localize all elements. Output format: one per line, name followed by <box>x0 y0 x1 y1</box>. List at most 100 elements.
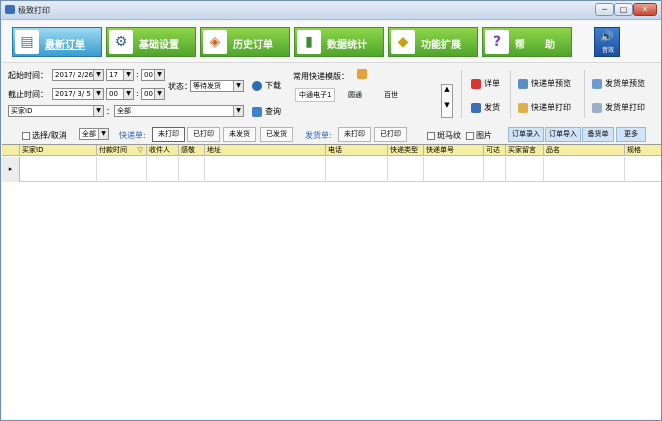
monitor-icon: ▤ <box>15 30 39 54</box>
image-checkbox[interactable] <box>466 131 474 140</box>
column-header-product-name[interactable]: 品名 <box>544 145 625 156</box>
tab-more[interactable]: 更多 <box>616 127 646 142</box>
status-select[interactable]: 等待发货 ▼ <box>190 80 244 92</box>
template-best[interactable]: 百世 <box>380 88 402 102</box>
ribbon-button-label: 数据统计 <box>327 40 367 51</box>
close-button[interactable]: ✕ <box>633 3 657 16</box>
scope-select[interactable]: 全部 ▼ <box>79 128 109 140</box>
column-header-reachable[interactable]: 可达 <box>484 145 506 156</box>
barcode-toggle[interactable]: 斑马纹 <box>427 130 461 141</box>
column-header-payment-time[interactable]: 付款时间 ▽ <box>97 145 147 156</box>
sound-button[interactable]: 🔊 音效 <box>594 27 620 57</box>
table-cell[interactable] <box>20 157 97 182</box>
help-icon: ? <box>485 30 509 54</box>
ribbon-latest-orders-button[interactable]: ▤ 最新订单 <box>12 27 102 57</box>
time-colon: : <box>136 89 139 98</box>
image-toggle[interactable]: 图片 <box>466 130 492 141</box>
table-cell[interactable] <box>97 157 147 182</box>
query-button[interactable]: 查询 <box>252 106 281 117</box>
chevron-down-icon: ▼ <box>93 89 103 99</box>
detail-icon <box>471 78 481 89</box>
delivery-preview-label: 发货单预览 <box>605 79 645 88</box>
column-header-spec[interactable]: 规格 <box>625 145 661 156</box>
printer-icon <box>592 102 602 113</box>
table-cell[interactable] <box>424 157 484 182</box>
tab-order-entry[interactable]: 订单录入 <box>508 127 544 142</box>
start-hour-select[interactable]: 17 ▼ <box>106 69 134 81</box>
table-cell[interactable] <box>544 157 625 182</box>
divider <box>584 70 585 118</box>
express-print-label: 快递单打印 <box>531 103 571 112</box>
start-minute-select[interactable]: 00 ▼ <box>141 69 165 81</box>
ribbon-help-button[interactable]: ? 帮 助 <box>482 27 572 57</box>
template-yto[interactable]: 圆通 <box>344 88 366 102</box>
delivery-tab-unprinted[interactable]: 未打印 <box>338 127 371 142</box>
field-value-select[interactable]: 全部 ▼ <box>114 105 244 117</box>
column-header-label: 付款时间 <box>99 146 127 154</box>
delivery-print-button[interactable]: 发货单打印 <box>592 102 645 113</box>
ribbon-statistics-button[interactable]: ▮ 数据统计 <box>294 27 384 57</box>
order-grid[interactable]: 买家ID 付款时间 ▽ 收件人 感敬 地址 电话 快递类型 快递单号 可达 买家… <box>2 144 661 419</box>
table-cell[interactable] <box>484 157 506 182</box>
table-cell[interactable] <box>326 157 388 182</box>
column-header-buyer-message[interactable]: 买家留言 <box>506 145 544 156</box>
chevron-down-icon: ▼ <box>123 89 133 99</box>
tab-stock-list[interactable]: 备货单 <box>582 127 614 142</box>
start-date-picker[interactable]: 2017/ 2/26 ▼ <box>52 69 104 81</box>
express-tab-unshipped[interactable]: 未发货 <box>223 127 256 142</box>
field-select[interactable]: 买家ID ▼ <box>8 105 104 117</box>
ribbon-button-label: 最新订单 <box>45 40 85 51</box>
chevron-down-icon: ▼ <box>98 129 108 139</box>
column-header-express-type[interactable]: 快递类型 <box>388 145 424 156</box>
select-all-toggle[interactable]: 选择/取消 <box>22 130 67 141</box>
template-scroll[interactable]: ▲ ▼ <box>441 84 453 118</box>
maximize-button[interactable]: □ <box>614 3 633 16</box>
end-date-picker[interactable]: 2017/ 3/ 5 ▼ <box>52 88 104 100</box>
ribbon-button-label: 帮 助 <box>515 40 555 51</box>
express-tab-printed[interactable]: 已打印 <box>187 127 220 142</box>
express-tab-unprinted[interactable]: 未打印 <box>152 127 185 142</box>
start-time-label: 起始时间： <box>8 71 48 80</box>
express-preview-button[interactable]: 快递单预览 <box>518 78 571 89</box>
ship-button[interactable]: 发货 <box>471 102 500 113</box>
end-hour-value: 00 <box>109 90 118 98</box>
barcode-checkbox[interactable] <box>427 131 435 140</box>
express-print-button[interactable]: 快递单打印 <box>518 102 571 113</box>
status-value: 等待发货 <box>193 82 221 90</box>
table-cell[interactable] <box>388 157 424 182</box>
table-cell[interactable] <box>625 157 661 182</box>
ribbon-extensions-button[interactable]: ◆ 功能扩展 <box>388 27 478 57</box>
barcode-label: 斑马纹 <box>437 131 461 140</box>
ribbon-button-label: 功能扩展 <box>421 40 461 51</box>
download-button[interactable]: 下载 <box>252 80 281 91</box>
column-header-recipient[interactable]: 收件人 <box>147 145 179 156</box>
edit-template-icon[interactable] <box>357 69 367 79</box>
sort-icon: ▽ <box>137 146 143 154</box>
template-zto[interactable]: 中通电子1 <box>295 88 336 102</box>
detail-button[interactable]: 详单 <box>471 78 500 89</box>
column-header-phone[interactable]: 电话 <box>326 145 388 156</box>
chevron-down-icon: ▼ <box>123 70 133 80</box>
end-hour-select[interactable]: 00 ▼ <box>106 88 134 100</box>
table-row[interactable]: ▸ <box>2 157 661 182</box>
history-icon: ◈ <box>203 30 227 54</box>
query-label: 查询 <box>265 107 281 116</box>
column-header-buyer-id[interactable]: 买家ID <box>20 145 97 156</box>
select-all-checkbox[interactable] <box>22 131 30 140</box>
delivery-tab-printed[interactable]: 已打印 <box>374 127 407 142</box>
express-tab-shipped[interactable]: 已发货 <box>260 127 293 142</box>
minimize-button[interactable]: ─ <box>595 3 614 16</box>
column-header-address[interactable]: 地址 <box>205 145 326 156</box>
table-cell[interactable] <box>147 157 179 182</box>
column-header-tracking-number[interactable]: 快递单号 <box>424 145 484 156</box>
ribbon-history-orders-button[interactable]: ◈ 历史订单 <box>200 27 290 57</box>
delivery-preview-button[interactable]: 发货单预览 <box>592 78 645 89</box>
preview-icon <box>518 78 528 89</box>
column-header-note[interactable]: 感敬 <box>179 145 205 156</box>
tab-order-import[interactable]: 订单导入 <box>545 127 581 142</box>
ribbon-basic-settings-button[interactable]: ⚙ 基础设置 <box>106 27 196 57</box>
end-minute-select[interactable]: 00 ▼ <box>141 88 165 100</box>
table-cell[interactable] <box>205 157 326 182</box>
table-cell[interactable] <box>506 157 544 182</box>
table-cell[interactable] <box>179 157 205 182</box>
